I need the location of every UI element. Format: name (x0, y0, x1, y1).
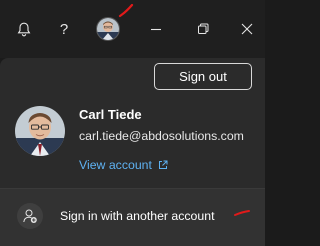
help-icon: ? (59, 20, 69, 38)
restore-icon (198, 23, 209, 34)
restore-button[interactable] (188, 14, 218, 44)
bell-icon (17, 22, 31, 36)
view-account-link[interactable]: View account (79, 158, 168, 172)
avatar (97, 18, 119, 40)
profile-section: Carl Tiede carl.tiede@abdosolutions.com … (15, 103, 255, 183)
close-icon (241, 23, 253, 35)
profile-avatar (15, 106, 65, 156)
close-button[interactable] (232, 14, 262, 44)
add-person-icon (17, 203, 43, 229)
view-account-label: View account (79, 158, 152, 172)
sign-in-another-account-button[interactable]: Sign in with another account (0, 189, 265, 246)
help-button[interactable]: ? (49, 14, 79, 44)
sign-in-another-account-label: Sign in with another account (60, 209, 215, 223)
external-link-icon (158, 160, 168, 170)
account-button[interactable] (93, 14, 123, 44)
minimize-icon (151, 28, 161, 31)
red-annotation-mark (118, 4, 134, 18)
user-email: carl.tiede@abdosolutions.com (79, 129, 244, 143)
title-bar: ? (0, 0, 265, 58)
user-name: Carl Tiede (79, 107, 142, 122)
notifications-button[interactable] (9, 14, 39, 44)
minimize-button[interactable] (141, 14, 171, 44)
sign-out-button[interactable]: Sign out (154, 63, 252, 90)
red-annotation-mark (234, 210, 250, 216)
account-panel: Sign out Carl Tiede carl.tiede@abdosolut… (0, 58, 265, 246)
